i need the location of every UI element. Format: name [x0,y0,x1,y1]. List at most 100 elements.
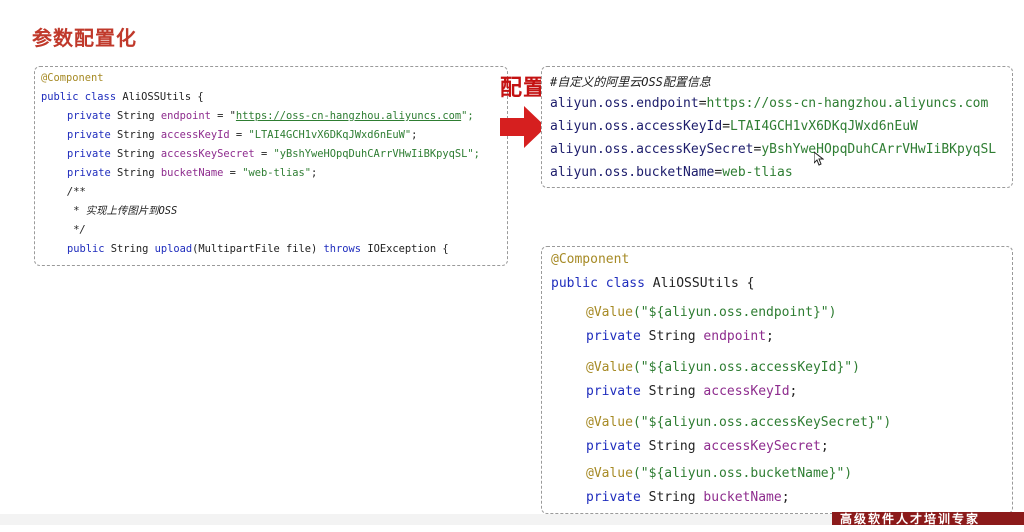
config-properties-block: #自定义的阿里云OSS配置信息 aliyun.oss.endpoint=http… [541,66,1013,188]
keyword-text: private [586,490,649,505]
config-line: aliyun.oss.accessKeyId=LTAI4GCH1vX6DKqJW… [550,119,918,134]
operator-text: = " [210,110,236,122]
type-text: String [117,167,161,179]
type-text: String [648,384,704,399]
string-end-text: "; [467,148,480,160]
string-text: ("${aliyun.oss.accessKeySecret}") [632,415,892,430]
annotation-text: @Value [586,305,633,320]
type-text: String [110,243,155,255]
keyword-text: throws [323,243,368,255]
field-text: accessKeyId [160,129,230,141]
property-value: web-tlias [722,165,793,180]
semicolon-text: ; [820,439,829,454]
string-text: "yBshYweHOpqDuhCArrVHwIiBKpyqSL [273,148,468,160]
class-name-text: AliOSSUtils { [652,276,755,291]
original-code-block: @Component public class AliOSSUtils { pr… [34,66,508,266]
code-line: private String accessKeyId = "LTAI4GCH1v… [67,126,417,145]
keyword-text: public class [551,276,653,291]
code-line: @Component [551,252,629,267]
semicolon-text: ; [789,384,798,399]
equals-text: = [698,96,707,111]
class-name-text: AliOSSUtils { [122,91,204,103]
params-text: (MultipartFile file) [192,243,324,255]
property-value: yBshYweHOpqDuhCArrVHwIiBKpyqSL [761,142,997,157]
code-line: private String accessKeySecret; [586,439,829,454]
field-text: bucketName [703,490,782,505]
string-text: ("${aliyun.oss.bucketName}") [632,466,853,481]
equals-text: = [722,119,731,134]
code-line: @Value("${aliyun.oss.endpoint}") [586,305,836,320]
keyword-text: private [586,439,649,454]
code-line: public class AliOSSUtils { [551,276,755,291]
annotated-code-block: @Component public class AliOSSUtils { @V… [541,246,1013,514]
type-text: String [648,329,704,344]
operator-text: = [229,129,249,141]
method-name-text: upload [154,243,193,255]
field-text: accessKeySecret [160,148,255,160]
endpoint-url-link[interactable]: https://oss-cn-hangzhou.aliyuncs.com [236,110,461,122]
keyword-text: private [67,129,118,141]
code-line: private String bucketName; [586,490,790,505]
config-line: aliyun.oss.accessKeySecret=yBshYweHOpqDu… [550,142,996,157]
mouse-cursor-icon [814,152,824,166]
operator-text: = [254,148,274,160]
code-line: private String endpoint; [586,329,774,344]
code-line: private String endpoint = "https://oss-c… [67,107,474,126]
keyword-text: private [67,167,118,179]
exception-text: IOException { [367,243,449,255]
code-line: @Value("${aliyun.oss.accessKeySecret}") [586,415,891,430]
code-line: public String upload(MultipartFile file)… [67,240,449,259]
semicolon-text: ; [311,167,318,179]
annotation-text: @Value [586,466,633,481]
field-text: accessKeyId [703,384,790,399]
property-key: aliyun.oss.bucketName [550,165,715,180]
code-line: public class AliOSSUtils { [41,88,204,107]
type-text: String [117,110,161,122]
code-line: @Value("${aliyun.oss.bucketName}") [586,466,852,481]
type-text: String [117,148,161,160]
semicolon-text: ; [766,329,774,344]
code-line: private String accessKeyId; [586,384,797,399]
keyword-text: private [586,329,649,344]
config-line: aliyun.oss.endpoint=https://oss-cn-hangz… [550,96,988,111]
field-text: endpoint [703,329,767,344]
semicolon-text: ; [781,490,790,505]
string-text: "web-tlias" [242,167,312,179]
annotation-text: @Value [586,360,633,375]
field-text: accessKeySecret [703,439,821,454]
string-end-text: "; [461,110,474,122]
field-text: bucketName [160,167,224,179]
code-line: @Component [41,69,104,88]
arrow-right-icon [500,106,546,148]
string-text: ("${aliyun.oss.endpoint}") [632,305,837,320]
keyword-text: public [67,243,111,255]
code-line: private String accessKeySecret = "yBshYw… [67,145,480,164]
brand-slogan: 高级软件人才培训专家 [840,512,981,525]
config-arrow-label: 配置 [500,76,547,101]
annotation-text: @Value [586,415,633,430]
property-key: aliyun.oss.endpoint [550,96,699,111]
keyword-text: private [67,110,118,122]
config-comment: #自定义的阿里云OSS配置信息 [550,75,711,89]
comment-line: /** [67,186,86,198]
string-text: ("${aliyun.oss.accessKeyId}") [632,360,860,375]
property-key: aliyun.oss.accessKeySecret [550,142,754,157]
code-line: @Value("${aliyun.oss.accessKeyId}") [586,360,860,375]
keyword-text: private [586,384,649,399]
string-text: "LTAI4GCH1vX6DKqJWxd6nEuW" [248,129,412,141]
annotation-text: @Component [551,252,630,267]
type-text: String [648,439,704,454]
config-line: aliyun.oss.bucketName=web-tlias [550,165,793,180]
comment-line: */ [67,224,86,236]
semicolon-text: ; [411,129,418,141]
property-value: https://oss-cn-hangzhou.aliyuncs.com [706,96,989,111]
property-value: LTAI4GCH1vX6DKqJWxd6nEuW [730,119,918,134]
annotation-text: @Component [41,72,104,84]
operator-text: = [223,167,243,179]
page-title: 参数配置化 [32,26,137,50]
type-text: String [117,129,161,141]
code-line: private String bucketName = "web-tlias"; [67,164,317,183]
brand-strip: 高级软件人才培训专家 [832,512,1024,525]
property-key: aliyun.oss.accessKeyId [550,119,723,134]
keyword-text: private [67,148,118,160]
